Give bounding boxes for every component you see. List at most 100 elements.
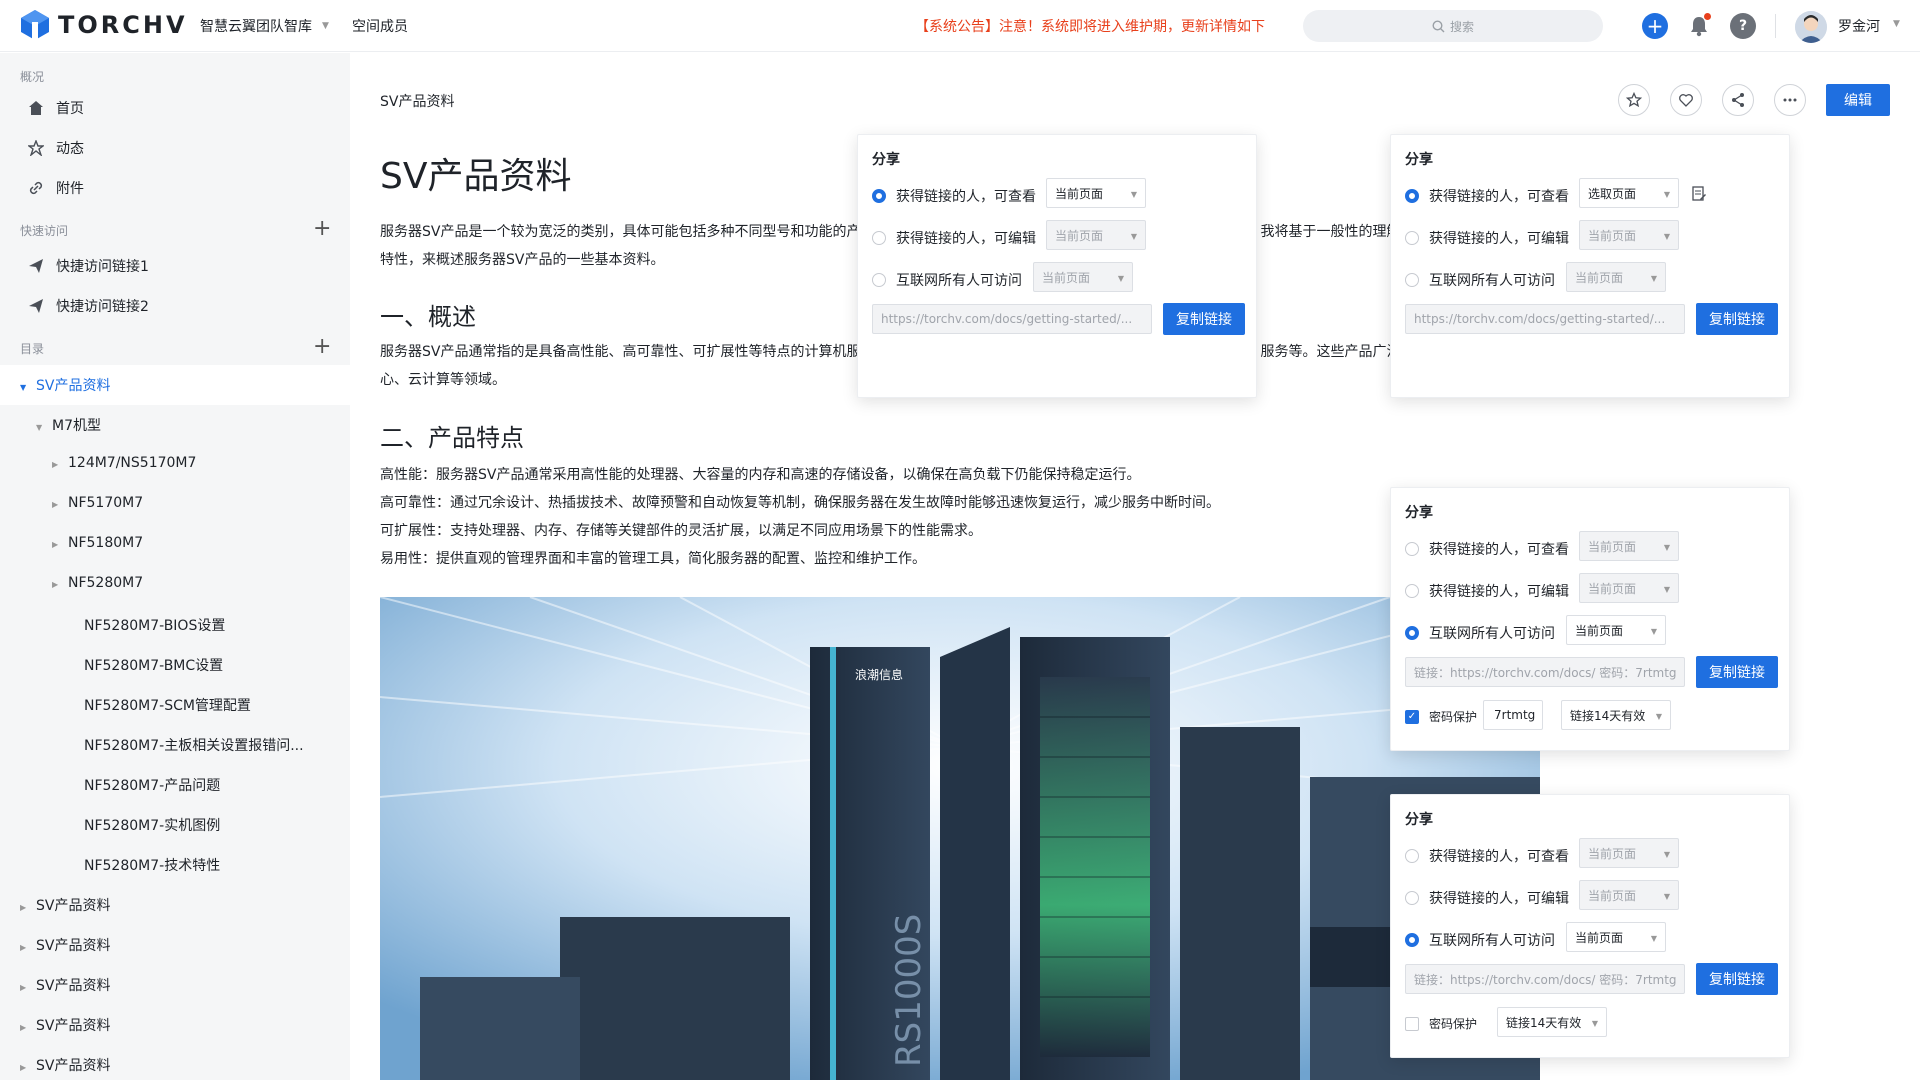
chevron-right-icon: ▶: [52, 500, 59, 509]
tree-item-label: SV产品资料: [36, 1018, 111, 1034]
sidebar-item-quick-link-2[interactable]: 快捷访问链接2: [28, 296, 149, 316]
share-link-field[interactable]: https://torchv.com/docs/getting-started/…: [872, 304, 1152, 334]
page-select: 当前页面 ▼: [1579, 838, 1679, 868]
team-switcher[interactable]: 智慧云翼团队智库 ▼: [200, 16, 329, 36]
chevron-right-icon: ▶: [20, 1023, 27, 1032]
edit-button[interactable]: 编辑: [1826, 84, 1890, 116]
radio[interactable]: [1405, 584, 1419, 598]
radio-selected[interactable]: [1405, 626, 1419, 640]
select-value: 当前页面: [1042, 270, 1091, 285]
tree-item[interactable]: ▼ M7机型: [36, 415, 101, 435]
sidebar-item-home[interactable]: 首页: [28, 98, 84, 118]
tree-item[interactable]: ▶ SV产品资料: [20, 935, 110, 955]
tree-item[interactable]: ▶ SV产品资料: [20, 975, 110, 995]
share-option-public[interactable]: 互联网所有人可访问: [1405, 270, 1555, 290]
more-button[interactable]: [1774, 84, 1806, 116]
heading-features: 二、产品特点: [380, 424, 524, 452]
share-option-view[interactable]: 获得链接的人，可查看: [1405, 539, 1569, 559]
checkbox[interactable]: [1405, 1016, 1419, 1031]
share-option-edit[interactable]: 获得链接的人，可编辑: [1405, 228, 1569, 248]
notifications-button[interactable]: [1686, 13, 1712, 39]
logo[interactable]: TORCHV: [18, 8, 188, 42]
search-input[interactable]: 搜索: [1303, 10, 1603, 42]
breadcrumb[interactable]: SV产品资料: [380, 91, 454, 111]
share-title: 分享: [1405, 812, 1433, 828]
tree-item[interactable]: ▶ SV产品资料: [20, 1055, 110, 1075]
radio[interactable]: [1405, 542, 1419, 556]
system-notice[interactable]: 【系统公告】注意！系统即将进入维护期，更新详情如下: [915, 16, 1265, 36]
share-link-field[interactable]: 链接：https://torchv.com/docs/ 密码：7rtmtg: [1405, 964, 1685, 994]
tree-item[interactable]: ▼ SV产品资料: [20, 375, 110, 395]
share-option-view[interactable]: 获得链接的人，可查看: [1405, 846, 1569, 866]
radio-selected[interactable]: [872, 189, 886, 203]
share-link-field[interactable]: https://torchv.com/docs/getting-started/…: [1405, 304, 1685, 334]
share-option-edit[interactable]: 获得链接的人，可编辑: [1405, 888, 1569, 908]
notice-text: 注意！系统即将进入维护期，更新详情如下: [999, 19, 1265, 35]
password-protect-toggle[interactable]: ✓ 密码保护: [1405, 708, 1477, 725]
tree-item[interactable]: NF5280M7-BIOS设置: [84, 615, 225, 635]
sidebar-item-quick-link-1[interactable]: 快捷访问链接1: [28, 256, 149, 276]
feature-scalability: 可扩展性：支持处理器、内存、存储等关键部件的灵活扩展，以满足不同应用场景下的性能…: [380, 523, 982, 539]
favorite-button[interactable]: [1618, 84, 1650, 116]
avatar[interactable]: [1795, 11, 1827, 43]
feature-performance: 高性能：服务器SV产品通常采用高性能的处理器、大容量的内存和高速的存储设备，以确…: [380, 467, 1141, 483]
tree-item[interactable]: ▶ 124M7/NS5170M7: [52, 455, 196, 471]
radio[interactable]: [1405, 849, 1419, 863]
copy-link-button[interactable]: 复制链接: [1696, 303, 1778, 335]
username[interactable]: 罗金河: [1838, 16, 1880, 36]
sidebar-item-attachments[interactable]: 附件: [28, 178, 84, 198]
page-select[interactable]: 当前页面 ▼: [1566, 615, 1666, 645]
expiry-select[interactable]: 链接14天有效 ▼: [1497, 1007, 1607, 1037]
tree-item[interactable]: ▶ SV产品资料: [20, 1015, 110, 1035]
edit-doc-icon[interactable]: [1691, 186, 1707, 202]
page-select: 当前页面 ▼: [1033, 262, 1133, 292]
copy-link-button[interactable]: 复制链接: [1696, 963, 1778, 995]
tree-item[interactable]: NF5280M7-产品问题: [84, 775, 220, 795]
share-option-edit[interactable]: 获得链接的人，可编辑: [1405, 581, 1569, 601]
chevron-right-icon: ▶: [20, 903, 27, 912]
copy-link-button[interactable]: 复制链接: [1696, 656, 1778, 688]
hero-model-text: RS1000S: [889, 914, 929, 1067]
sidebar-item-activity[interactable]: 动态: [28, 138, 84, 158]
checkbox-checked[interactable]: ✓: [1405, 709, 1419, 724]
share-link-field[interactable]: 链接：https://torchv.com/docs/ 密码：7rtmtg: [1405, 657, 1685, 687]
share-option-public[interactable]: 互联网所有人可访问: [1405, 623, 1555, 643]
password-field[interactable]: 7rtmtg: [1483, 700, 1543, 730]
space-members-link[interactable]: 空间成员: [352, 16, 408, 36]
create-button[interactable]: +: [1642, 13, 1668, 39]
radio[interactable]: [872, 273, 886, 287]
tree-item[interactable]: NF5280M7-技术特性: [84, 855, 220, 875]
tree-item[interactable]: ▶ NF5280M7: [52, 575, 143, 591]
tree-item[interactable]: NF5280M7-SCM管理配置: [84, 695, 251, 715]
radio-selected[interactable]: [1405, 189, 1419, 203]
radio-selected[interactable]: [1405, 933, 1419, 947]
add-quick-access-button[interactable]: +: [313, 218, 331, 240]
expiry-select[interactable]: 链接14天有效 ▼: [1561, 700, 1671, 730]
share-option-public[interactable]: 互联网所有人可访问: [872, 270, 1022, 290]
like-button[interactable]: [1670, 84, 1702, 116]
share-option-edit[interactable]: 获得链接的人，可编辑: [872, 228, 1036, 248]
share-button[interactable]: [1722, 84, 1754, 116]
share-option-view[interactable]: 获得链接的人，可查看: [872, 186, 1036, 206]
tree-item[interactable]: NF5280M7-主板相关设置报错问...: [84, 735, 304, 755]
password-protect-toggle[interactable]: 密码保护: [1405, 1015, 1477, 1032]
page-select[interactable]: 当前页面 ▼: [1566, 922, 1666, 952]
tree-item[interactable]: ▶ NF5180M7: [52, 535, 143, 551]
tree-item[interactable]: ▶ SV产品资料: [20, 895, 110, 915]
copy-link-button[interactable]: 复制链接: [1163, 303, 1245, 335]
radio[interactable]: [872, 231, 886, 245]
radio[interactable]: [1405, 891, 1419, 905]
share-option-public[interactable]: 互联网所有人可访问: [1405, 930, 1555, 950]
page-select[interactable]: 选取页面 ▼: [1579, 178, 1679, 208]
radio[interactable]: [1405, 273, 1419, 287]
share-option-view[interactable]: 获得链接的人，可查看: [1405, 186, 1569, 206]
tree-item[interactable]: NF5280M7-BMC设置: [84, 655, 223, 675]
help-button[interactable]: ?: [1730, 13, 1756, 39]
add-toc-button[interactable]: +: [313, 336, 331, 358]
tree-item[interactable]: NF5280M7-实机图例: [84, 815, 220, 835]
page-select[interactable]: 当前页面 ▼: [1046, 178, 1146, 208]
radio[interactable]: [1405, 231, 1419, 245]
intro-line-2: 特性，来概述服务器SV产品的一些基本资料。: [380, 252, 665, 268]
tree-item[interactable]: ▶ NF5170M7: [52, 495, 143, 511]
chevron-down-icon[interactable]: ▼: [1893, 19, 1900, 29]
